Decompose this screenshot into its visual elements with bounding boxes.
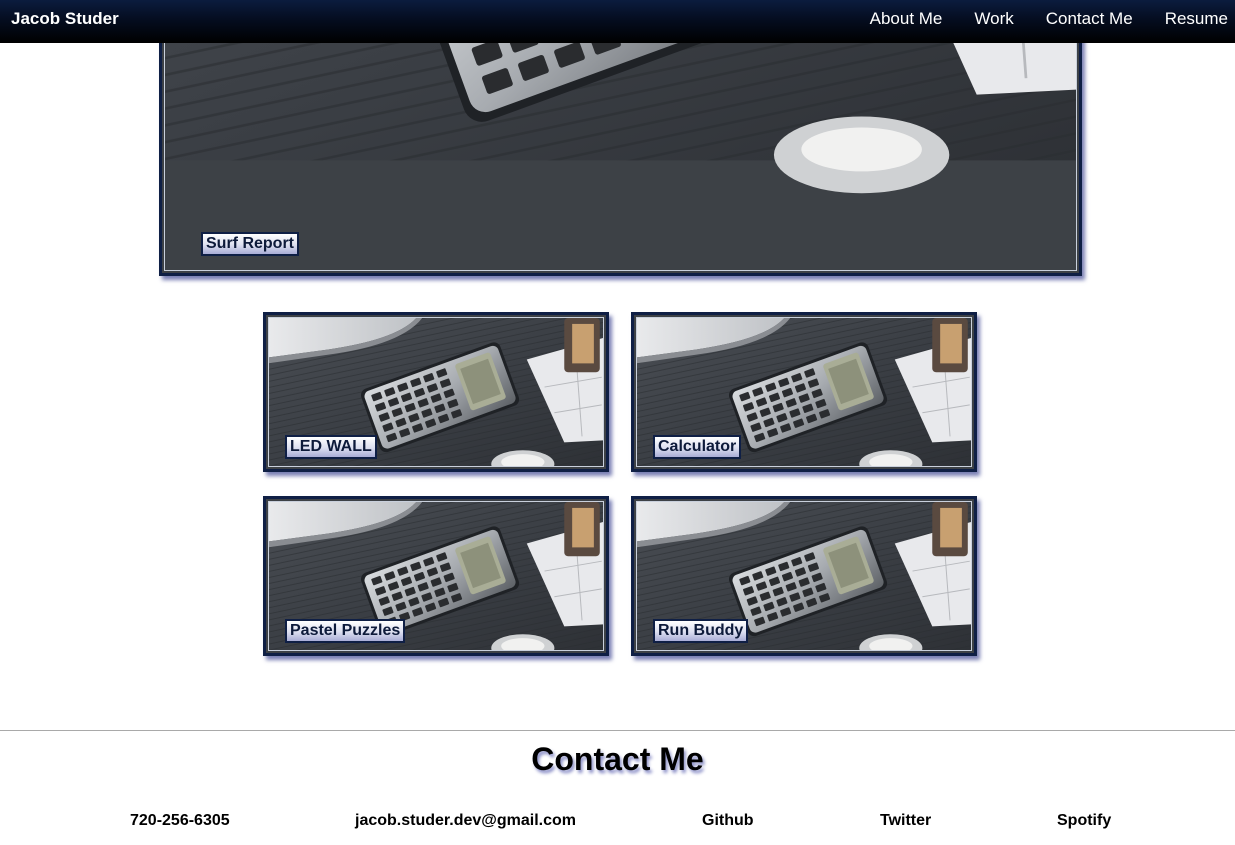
project-card-run-buddy[interactable]: Run Buddy xyxy=(631,496,977,656)
nav-links: About Me Work Contact Me Resume xyxy=(838,9,1235,29)
contact-phone[interactable]: 720-256-6305 xyxy=(130,812,230,830)
contact-twitter-link[interactable]: Twitter xyxy=(880,812,931,830)
nav-link-work[interactable]: Work xyxy=(974,9,1013,29)
contact-email[interactable]: jacob.studer.dev@gmail.com xyxy=(355,812,576,830)
project-card-calculator[interactable]: Calculator xyxy=(631,312,977,472)
nav-link-about-me[interactable]: About Me xyxy=(870,9,943,29)
nav-link-resume[interactable]: Resume xyxy=(1165,9,1228,29)
contact-spotify-link[interactable]: Spotify xyxy=(1057,812,1111,830)
project-card-pastel-puzzles[interactable]: Pastel Puzzles xyxy=(263,496,609,656)
top-navbar: Jacob Studer About Me Work Contact Me Re… xyxy=(0,0,1235,43)
contact-github-link[interactable]: Github xyxy=(702,812,754,830)
featured-project-label: Surf Report xyxy=(201,232,299,256)
contact-heading: Contact Me xyxy=(531,741,704,777)
project-label: Run Buddy xyxy=(653,619,749,643)
nav-link-contact-me[interactable]: Contact Me xyxy=(1046,9,1133,29)
section-divider xyxy=(0,730,1235,731)
project-card-led-wall[interactable]: LED WALL xyxy=(263,312,609,472)
project-label: Calculator xyxy=(653,435,742,459)
project-label: LED WALL xyxy=(285,435,377,459)
brand-link[interactable]: Jacob Studer xyxy=(11,9,119,29)
project-label: Pastel Puzzles xyxy=(285,619,406,643)
